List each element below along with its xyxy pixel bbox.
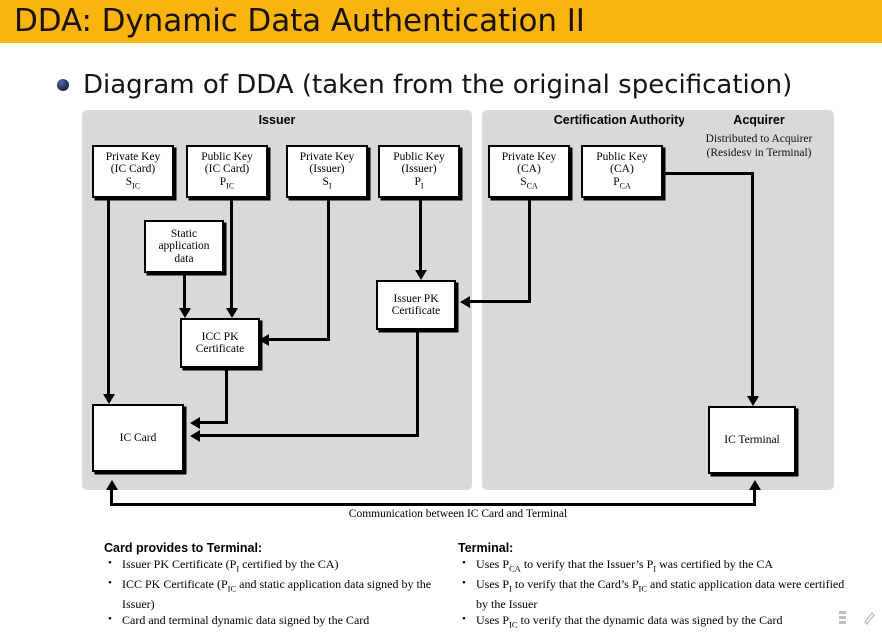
box-ic-terminal: IC Terminal — [708, 406, 796, 474]
pub-issuer-subscript: I — [420, 180, 424, 190]
arrowhead-sic-to-iccard — [102, 394, 115, 404]
iccpk-line1: ICC PK — [201, 330, 239, 343]
page-title: DDA: Dynamic Data Authentication II — [14, 3, 585, 39]
conn-pca-vertical — [751, 172, 754, 396]
notes-terminal-heading: Terminal: — [458, 541, 514, 555]
box-icc-pk-certificate: ICC PK Certificate — [180, 318, 260, 368]
conn-pi-to-issuerpk — [419, 198, 422, 270]
arrowhead-sca-to-issuerpk — [460, 295, 470, 308]
priv-ic-line1: Private Key — [105, 150, 161, 163]
arrowhead-static-to-iccpk — [178, 308, 191, 318]
acquirer-sub-line2: (Residesv in Terminal) — [706, 147, 812, 159]
list-item: Card and terminal dynamic data signed by… — [104, 612, 454, 628]
pub-ca-line2: (CA) — [610, 163, 634, 176]
box-issuer-pk-certificate: Issuer PK Certificate — [376, 280, 456, 330]
notes-card-provides: Card provides to Terminal: Issuer PK Cer… — [104, 541, 454, 629]
pub-issuer-line2: (Issuer) — [401, 163, 437, 176]
arrowhead-pca-to-icterminal — [746, 396, 759, 406]
box-static-application-data: Static application data — [144, 220, 224, 273]
iccard-label: IC Card — [119, 431, 157, 444]
notes-card-list: Issuer PK Certificate (PI certified by t… — [104, 556, 454, 628]
priv-ca-line1: Private Key — [501, 150, 557, 163]
issuerpk-line1: Issuer PK — [393, 292, 439, 305]
pub-ca-line1: Public Key — [596, 150, 648, 163]
priv-issuer-line1: Private Key — [299, 150, 355, 163]
list-icon[interactable] — [836, 610, 849, 625]
pub-ic-line2: (IC Card) — [204, 163, 250, 176]
communication-label: Communication between IC Card and Termin… — [348, 508, 568, 520]
conn-si-horizontal — [269, 338, 330, 341]
list-item: Issuer PK Certificate (PI certified by t… — [104, 556, 454, 576]
arrowhead-issuerpk-to-iccard — [190, 429, 200, 442]
priv-issuer-subscript: I — [328, 180, 332, 190]
box-private-key-ic-card: Private Key (IC Card) SIC — [92, 145, 174, 198]
conn-sca-horizontal — [470, 300, 531, 303]
priv-ca-line2: (CA) — [517, 163, 541, 176]
box-public-key-ic-card: Public Key (IC Card) PIC — [186, 145, 268, 198]
static-line2: application — [158, 240, 210, 253]
priv-ic-subscript: IC — [132, 180, 141, 190]
acquirer-sub-line1: Distributed to Acquirer — [705, 133, 813, 145]
conn-si-vertical — [327, 198, 330, 341]
conn-iccpk-vertical — [225, 368, 228, 424]
conn-pic-to-iccpk — [230, 198, 233, 308]
bullet-dot-icon — [57, 79, 69, 91]
arrowhead-pic-to-iccpk — [225, 308, 238, 318]
conn-comm-horizontal — [110, 503, 756, 506]
box-public-key-ca: Public Key (CA) PCA — [581, 145, 663, 198]
static-line3: data — [174, 252, 194, 265]
arrowhead-pi-to-issuerpk — [414, 270, 427, 280]
pub-ic-line1: Public Key — [201, 150, 253, 163]
pen-icon[interactable] — [863, 610, 876, 625]
box-private-key-issuer: Private Key (Issuer) SI — [286, 145, 368, 198]
static-line1: Static — [170, 227, 198, 240]
list-item: Uses PI to verify that the Card’s PIC an… — [458, 576, 858, 611]
conn-static-to-iccpk — [183, 273, 186, 308]
arrowhead-comm-to-iccard — [105, 480, 118, 490]
panel-acquirer-subtitle: Distributed to Acquirer (Residesv in Ter… — [684, 132, 834, 160]
dda-diagram: Issuer Certification Authority Acquirer … — [82, 110, 834, 525]
bullet-text: Diagram of DDA (taken from the original … — [83, 70, 793, 100]
iccpk-line2: Certificate — [195, 343, 245, 355]
pub-ca-subscript: CA — [619, 180, 631, 190]
conn-issuerpk-vertical — [416, 330, 419, 437]
conn-iccpk-horizontal — [200, 421, 228, 424]
pub-ic-subscript: IC — [226, 180, 235, 190]
priv-ic-line2: (IC Card) — [110, 163, 156, 176]
priv-ca-subscript: CA — [526, 180, 538, 190]
bullet-row: Diagram of DDA (taken from the original … — [57, 70, 792, 100]
arrowhead-iccpk-to-iccard — [190, 416, 200, 429]
list-item: Uses PCA to verify that the Issuer’s PI … — [458, 556, 858, 576]
notes-terminal-list: Uses PCA to verify that the Issuer’s PI … — [458, 556, 858, 632]
conn-sic-to-iccard — [107, 198, 110, 394]
conn-sca-vertical — [528, 198, 531, 303]
panel-acquirer-title: Acquirer — [733, 113, 785, 127]
status-icons — [836, 610, 876, 625]
box-ic-card: IC Card — [92, 404, 184, 472]
arrowhead-si-to-iccpk — [259, 333, 269, 346]
panel-issuer-title: Issuer — [258, 113, 296, 127]
issuerpk-line2: Certificate — [391, 305, 441, 317]
box-public-key-issuer: Public Key (Issuer) PI — [378, 145, 460, 198]
conn-issuerpk-horizontal — [200, 434, 419, 437]
conn-comm-right-vertical — [753, 490, 756, 506]
arrowhead-comm-to-icterminal — [748, 480, 761, 490]
notes-terminal: Terminal: Uses PCA to verify that the Is… — [458, 541, 858, 633]
box-private-key-ca: Private Key (CA) SCA — [488, 145, 570, 198]
priv-issuer-line2: (Issuer) — [309, 163, 345, 176]
pub-issuer-line1: Public Key — [393, 150, 445, 163]
list-item: Uses PIC to verify that the dynamic data… — [458, 612, 858, 632]
icterminal-label: IC Terminal — [724, 433, 780, 446]
list-item: ICC PK Certificate (PIC and static appli… — [104, 576, 454, 611]
notes-card-heading: Card provides to Terminal: — [104, 541, 263, 555]
